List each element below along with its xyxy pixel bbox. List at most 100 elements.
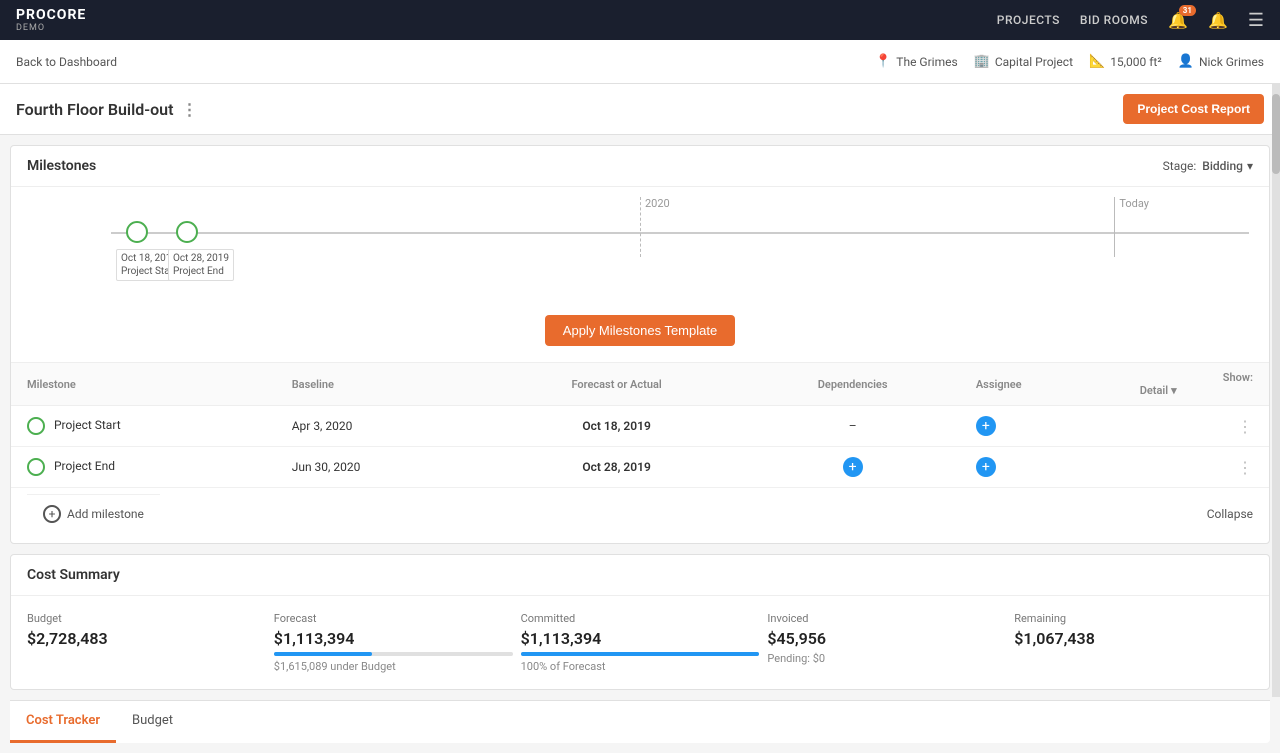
milestone-circle-icon bbox=[27, 417, 45, 435]
milestone-circle-icon bbox=[27, 458, 45, 476]
cost-summary-header: Cost Summary bbox=[11, 555, 1269, 596]
area-icon: 📐 bbox=[1089, 54, 1105, 69]
cost-sub: 100% of Forecast bbox=[521, 660, 760, 673]
add-circle-icon: + bbox=[43, 505, 61, 523]
milestone-dot-end[interactable] bbox=[176, 221, 198, 243]
top-navigation: PROCORE DEMO PROJECTS BID ROOMS 🔔 31 🔔 ☰ bbox=[0, 0, 1280, 40]
cost-bar-fill bbox=[521, 652, 760, 656]
project-name: The Grimes bbox=[896, 55, 957, 69]
project-location[interactable]: 📍 The Grimes bbox=[875, 54, 958, 69]
building-icon: 🏢 bbox=[974, 54, 990, 69]
milestone-actions: ⋮ bbox=[1124, 406, 1269, 447]
username: Nick Grimes bbox=[1199, 55, 1264, 69]
add-collapse-row: + Add milestone Collapse bbox=[11, 488, 1269, 543]
col-show: Show: Detail ▾ bbox=[1124, 363, 1269, 406]
show-value: Detail bbox=[1140, 384, 1168, 397]
cost-item: Committed $1,113,394 100% of Forecast bbox=[521, 612, 760, 673]
area-value: 15,000 ft² bbox=[1110, 55, 1162, 69]
timeline-today: Today bbox=[1114, 197, 1149, 257]
stage-label: Stage: bbox=[1163, 159, 1197, 173]
page-options-icon[interactable]: ⋮ bbox=[181, 100, 197, 119]
tab-cost-tracker[interactable]: Cost Tracker bbox=[10, 701, 116, 743]
page-header: Fourth Floor Build-out ⋮ Project Cost Re… bbox=[0, 84, 1280, 135]
milestone-dependencies: + bbox=[745, 447, 959, 488]
cost-label: Budget bbox=[27, 612, 266, 625]
hamburger-menu[interactable]: ☰ bbox=[1248, 10, 1264, 31]
notification-badge: 31 bbox=[1179, 5, 1196, 16]
user-info[interactable]: 👤 Nick Grimes bbox=[1178, 54, 1264, 69]
row-options-icon[interactable]: ⋮ bbox=[1237, 458, 1253, 477]
show-chevron-icon: ▾ bbox=[1171, 384, 1177, 397]
cost-item: Budget $2,728,483 bbox=[27, 612, 266, 673]
logo[interactable]: PROCORE DEMO bbox=[16, 7, 86, 33]
scroll-thumb[interactable] bbox=[1272, 94, 1280, 174]
cost-value: $1,113,394 bbox=[521, 629, 760, 648]
milestone-forecast: Oct 28, 2019 bbox=[488, 447, 746, 488]
sub-nav-right: 📍 The Grimes 🏢 Capital Project 📐 15,000 … bbox=[875, 54, 1264, 69]
milestone-label-end: Oct 28, 2019 Project End bbox=[168, 249, 234, 281]
apply-template-container: Apply Milestones Template bbox=[11, 307, 1269, 362]
main-content: Milestones Stage: Bidding ▾ 2020 Today bbox=[0, 145, 1280, 743]
scrollbar[interactable] bbox=[1272, 84, 1280, 697]
user-icon: 👤 bbox=[1178, 54, 1194, 69]
project-type[interactable]: 🏢 Capital Project bbox=[974, 54, 1073, 69]
col-dependencies: Dependencies bbox=[745, 363, 959, 406]
nav-right: PROJECTS BID ROOMS 🔔 31 🔔 ☰ bbox=[997, 10, 1264, 31]
project-area[interactable]: 📐 15,000 ft² bbox=[1089, 54, 1162, 69]
milestones-title: Milestones bbox=[27, 158, 96, 174]
project-type-label: Capital Project bbox=[995, 55, 1073, 69]
notification-bell[interactable]: 🔔 31 bbox=[1168, 11, 1188, 30]
col-baseline: Baseline bbox=[276, 363, 488, 406]
bid-rooms-link[interactable]: BID ROOMS bbox=[1080, 13, 1148, 27]
cost-label: Committed bbox=[521, 612, 760, 625]
cost-summary-title: Cost Summary bbox=[27, 567, 120, 583]
tabs-row: Cost TrackerBudget bbox=[10, 700, 1270, 743]
col-assignee: Assignee bbox=[960, 363, 1124, 406]
cost-sub: Pending: $0 bbox=[767, 652, 1006, 665]
alert-icon[interactable]: 🔔 bbox=[1208, 11, 1228, 30]
apply-milestones-button[interactable]: Apply Milestones Template bbox=[545, 315, 735, 346]
stage-value: Bidding bbox=[1202, 159, 1243, 173]
cost-label: Invoiced bbox=[767, 612, 1006, 625]
col-forecast: Forecast or Actual bbox=[488, 363, 746, 406]
show-label: Show: bbox=[1223, 371, 1253, 384]
milestone-baseline: Apr 3, 2020 bbox=[276, 406, 488, 447]
col-milestone: Milestone bbox=[11, 363, 276, 406]
page-title: Fourth Floor Build-out bbox=[16, 100, 173, 119]
logo-text: PROCORE bbox=[16, 7, 86, 23]
tab-budget[interactable]: Budget bbox=[116, 701, 189, 743]
timeline-track bbox=[111, 232, 1249, 234]
projects-link[interactable]: PROJECTS bbox=[997, 13, 1060, 27]
assignee-add-icon[interactable]: + bbox=[976, 416, 996, 436]
back-dashboard-link[interactable]: Back to Dashboard bbox=[16, 55, 117, 69]
milestone-assignee: + bbox=[960, 406, 1124, 447]
chevron-down-icon: ▾ bbox=[1247, 159, 1253, 173]
cost-bar-bg bbox=[274, 652, 513, 656]
dep-add-icon[interactable]: + bbox=[843, 457, 863, 477]
milestone-dependencies: – bbox=[745, 406, 959, 447]
cost-item: Invoiced $45,956 Pending: $0 bbox=[767, 612, 1006, 673]
cost-value: $1,067,438 bbox=[1014, 629, 1253, 648]
milestone-name: Project End bbox=[11, 447, 276, 488]
milestone-assignee: + bbox=[960, 447, 1124, 488]
cost-item: Forecast $1,113,394 $1,615,089 under Bud… bbox=[274, 612, 513, 673]
cost-value: $2,728,483 bbox=[27, 629, 266, 648]
cost-value: $45,956 bbox=[767, 629, 1006, 648]
show-dropdown[interactable]: Detail ▾ bbox=[1140, 384, 1253, 397]
timeline-filled bbox=[111, 232, 1249, 234]
row-options-icon[interactable]: ⋮ bbox=[1237, 417, 1253, 436]
sub-navigation: Back to Dashboard 📍 The Grimes 🏢 Capital… bbox=[0, 40, 1280, 84]
milestones-section: Milestones Stage: Bidding ▾ 2020 Today bbox=[10, 145, 1270, 544]
stage-dropdown[interactable]: Bidding ▾ bbox=[1202, 159, 1253, 173]
project-cost-report-button[interactable]: Project Cost Report bbox=[1123, 94, 1264, 124]
milestone-dot-start[interactable] bbox=[126, 221, 148, 243]
collapse-link[interactable]: Collapse bbox=[1207, 507, 1253, 521]
cost-value: $1,113,394 bbox=[274, 629, 513, 648]
location-icon: 📍 bbox=[875, 54, 891, 69]
cost-label: Remaining bbox=[1014, 612, 1253, 625]
cost-summary-section: Cost Summary Budget $2,728,483 Forecast … bbox=[10, 554, 1270, 690]
table-row: Project Start Apr 3, 2020 Oct 18, 2019 –… bbox=[11, 406, 1269, 447]
assignee-add-icon[interactable]: + bbox=[976, 457, 996, 477]
milestone-actions: ⋮ bbox=[1124, 447, 1269, 488]
add-milestone-button[interactable]: + Add milestone bbox=[27, 494, 160, 533]
